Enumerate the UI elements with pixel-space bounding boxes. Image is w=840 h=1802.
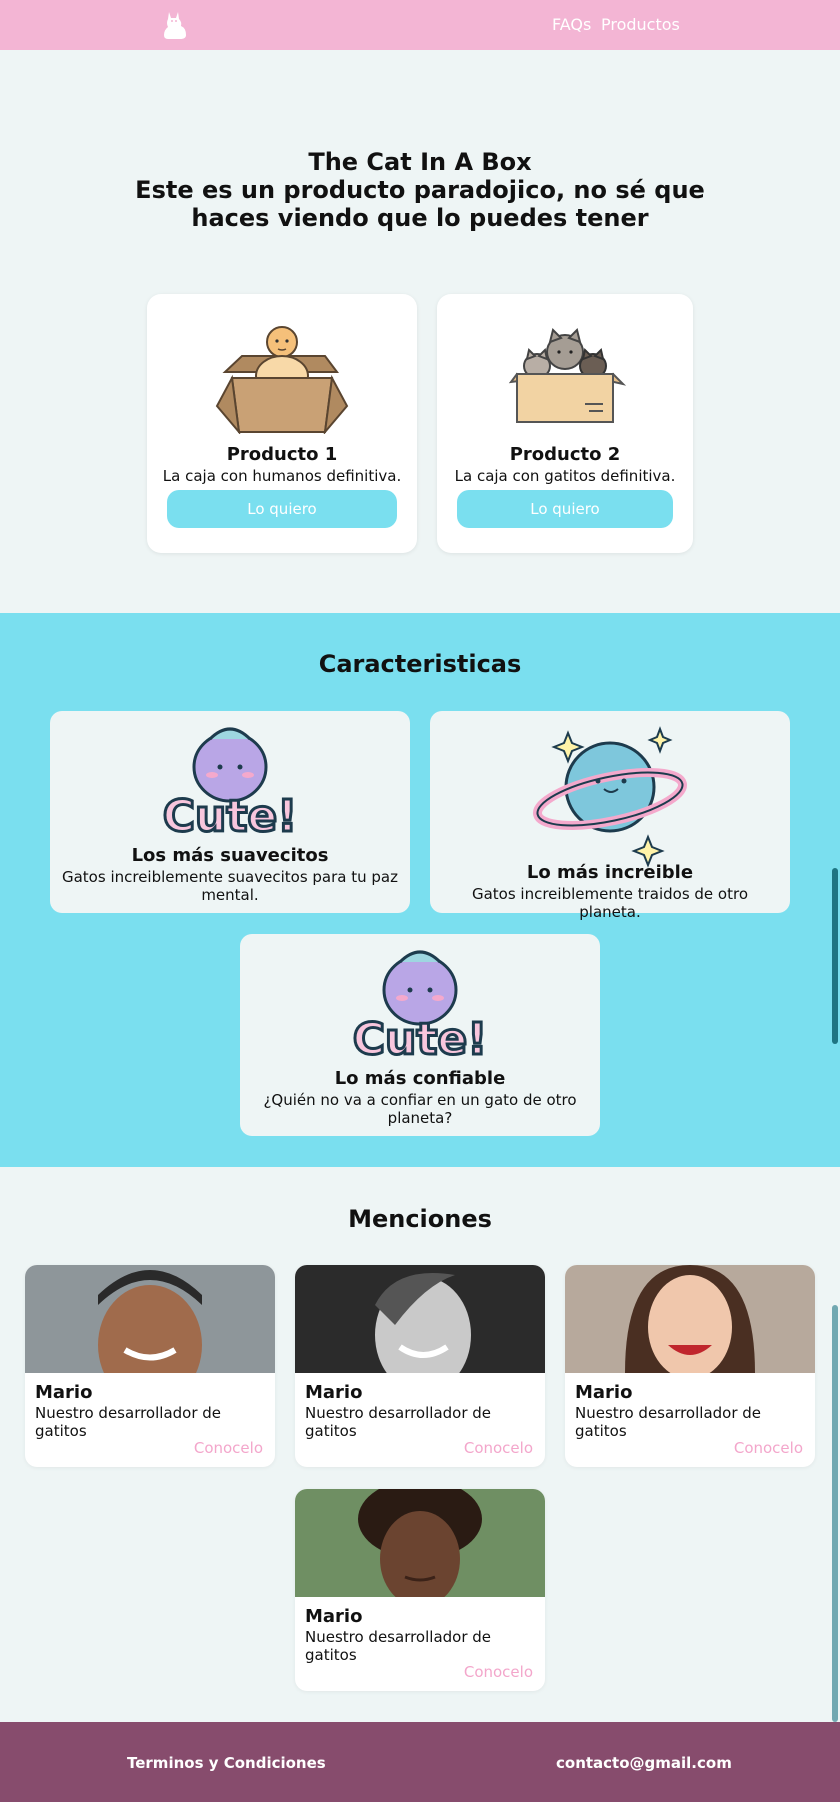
cute-sticker-illustration: Cute!	[351, 950, 489, 1067]
contact-email-link[interactable]: contacto@gmail.com	[556, 1754, 732, 1772]
buy-product-1-button[interactable]: Lo quiero	[167, 490, 397, 528]
conocelo-link[interactable]: Conocelo	[734, 1439, 803, 1457]
hero-title-line1: The Cat In A Box	[308, 148, 532, 176]
mentions-title: Menciones	[348, 1205, 492, 1233]
feature-name: Lo más confiable	[334, 1068, 506, 1089]
cats-in-box-illustration	[508, 328, 627, 423]
svg-text:Cute!: Cute!	[353, 1014, 488, 1065]
baby-in-box-illustration	[215, 326, 349, 434]
feature-name: Los más suavecitos	[131, 845, 329, 866]
feature-card-soft: Cute! Los más suavecitos Gatos increible…	[50, 711, 410, 913]
scrollbar-thumb[interactable]	[832, 1305, 838, 1722]
footer: Terminos y Condiciones contacto@gmail.co…	[0, 1722, 840, 1802]
conocelo-link[interactable]: Conocelo	[194, 1439, 263, 1457]
product-description: La caja con humanos definitiva.	[162, 467, 402, 485]
product-description: La caja con gatitos definitiva.	[454, 467, 676, 485]
person-photo	[295, 1265, 545, 1373]
conocelo-link[interactable]: Conocelo	[464, 1439, 533, 1457]
scrollbar-thumb[interactable]	[832, 868, 838, 1044]
nav-productos-link[interactable]: Productos	[601, 15, 680, 34]
person-photo	[565, 1265, 815, 1373]
feature-card-reliable: Cute! Lo más confiable ¿Quién no va a co…	[240, 934, 600, 1136]
person-name: Mario	[575, 1382, 633, 1403]
terms-link[interactable]: Terminos y Condiciones	[127, 1754, 326, 1772]
feature-card-planet: Lo más increible Gatos increiblemente tr…	[430, 711, 790, 921]
buy-product-2-button[interactable]: Lo quiero	[457, 490, 673, 528]
cute-sticker-illustration: Cute!	[161, 727, 299, 844]
person-photo	[25, 1265, 275, 1373]
page-scrollbar[interactable]	[830, 0, 840, 1802]
product-card-2: Producto 2 La caja con gatitos definitiv…	[437, 294, 693, 553]
feature-name: Lo más increible	[526, 862, 694, 883]
feature-description: Gatos increiblemente traidos de otro pla…	[471, 885, 749, 921]
mention-card-1: Mario Nuestro desarrollador de gatitos C…	[25, 1265, 275, 1467]
person-name: Mario	[305, 1606, 363, 1627]
person-name: Mario	[305, 1382, 363, 1403]
hero-title-line2: Este es un producto paradojico, no sé qu…	[135, 176, 705, 232]
hero-title: The Cat In A Box Este es un producto par…	[120, 148, 720, 232]
features-title: Caracteristicas	[318, 650, 522, 678]
person-role: Nuestro desarrollador de gatitos	[305, 1628, 492, 1664]
product-name: Producto 1	[226, 444, 338, 465]
mention-card-2: Mario Nuestro desarrollador de gatitos C…	[295, 1265, 545, 1467]
person-photo	[295, 1489, 545, 1597]
feature-description: ¿Quién no va a confiar en un gato de otr…	[263, 1091, 577, 1127]
person-role: Nuestro desarrollador de gatitos	[575, 1404, 762, 1440]
top-nav-bar: FAQs Productos	[0, 0, 840, 50]
person-role: Nuestro desarrollador de gatitos	[35, 1404, 222, 1440]
product-name: Producto 2	[509, 444, 621, 465]
planet-illustration	[532, 726, 688, 868]
feature-description: Gatos increiblemente suavecitos para tu …	[61, 868, 398, 904]
nav-faqs-link[interactable]: FAQs	[552, 15, 591, 34]
person-role: Nuestro desarrollador de gatitos	[305, 1404, 492, 1440]
cat-logo-icon[interactable]	[160, 8, 190, 40]
mention-card-4: Mario Nuestro desarrollador de gatitos C…	[295, 1489, 545, 1691]
svg-text:Cute!: Cute!	[163, 791, 298, 842]
person-name: Mario	[35, 1382, 93, 1403]
conocelo-link[interactable]: Conocelo	[464, 1663, 533, 1681]
mention-card-3: Mario Nuestro desarrollador de gatitos C…	[565, 1265, 815, 1467]
product-card-1: Producto 1 La caja con humanos definitiv…	[147, 294, 417, 553]
